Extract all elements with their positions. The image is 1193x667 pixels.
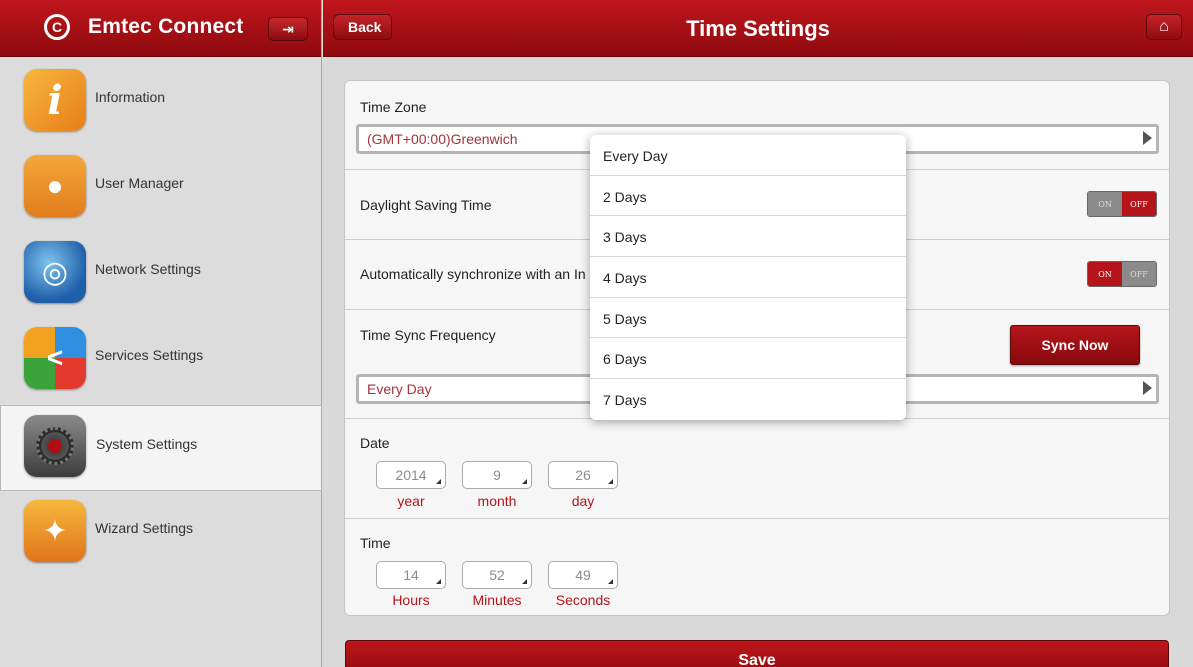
dropdown-option[interactable]: 4 Days	[590, 257, 906, 298]
time-row: Time 14 52 49 Hours Minutes Seconds	[345, 519, 1169, 615]
date-label: Date	[360, 435, 390, 451]
day-stepper[interactable]: 26	[548, 461, 618, 489]
sidebar-item-information[interactable]: i Information	[0, 57, 321, 143]
hours-unit: Hours	[392, 592, 430, 608]
sidebar-item-network-settings[interactable]: ◎ Network Settings	[0, 229, 321, 315]
emtec-logo-icon: C	[44, 14, 70, 40]
toggle-off-label: OFF	[1122, 262, 1156, 286]
sidebar-item-system-settings[interactable]: System Settings	[0, 405, 321, 491]
date-row: Date 2014 9 26 year month day	[345, 419, 1169, 519]
logout-icon[interactable]: ⇥	[268, 17, 308, 41]
information-icon: i	[24, 69, 86, 131]
sync-frequency-dropdown: Every Day 2 Days 3 Days 4 Days 5 Days 6 …	[590, 135, 906, 420]
home-icon[interactable]: ⌂	[1146, 14, 1182, 40]
globe-icon: ◎	[24, 241, 86, 303]
day-unit: day	[571, 493, 595, 509]
year-unit: year	[397, 493, 425, 509]
sidebar-item-user-manager[interactable]: ● User Manager	[0, 143, 321, 229]
sidebar-item-label: Information	[95, 89, 166, 105]
page-title: Time Settings	[686, 16, 830, 41]
sidebar-item-label: User Manager	[95, 175, 184, 191]
toggle-off-label: OFF	[1122, 192, 1156, 216]
dst-toggle[interactable]: ON OFF	[1087, 191, 1157, 217]
dropdown-option[interactable]: 3 Days	[590, 216, 906, 258]
time-zone-label: Time Zone	[360, 99, 427, 115]
app-name: Emtec Connect	[88, 15, 244, 38]
chevron-right-icon	[1143, 131, 1152, 145]
seconds-unit: Seconds	[555, 592, 611, 608]
hours-stepper[interactable]: 14	[376, 561, 446, 589]
dropdown-option[interactable]: 2 Days	[590, 176, 906, 217]
minutes-unit: Minutes	[472, 592, 522, 608]
year-stepper[interactable]: 2014	[376, 461, 446, 489]
auto-sync-toggle[interactable]: ON OFF	[1087, 261, 1157, 287]
seconds-stepper[interactable]: 49	[548, 561, 618, 589]
sidebar-item-services-settings[interactable]: < Services Settings	[0, 315, 321, 401]
toggle-on-label: ON	[1088, 262, 1122, 286]
dropdown-option[interactable]: 6 Days	[590, 338, 906, 380]
main-header: Back Time Settings ⌂	[323, 0, 1193, 57]
sidebar-header: C Emtec Connect ⇥	[0, 0, 321, 57]
sidebar: C Emtec Connect ⇥ i Information ● User M…	[0, 0, 322, 667]
dst-label: Daylight Saving Time	[360, 197, 492, 213]
dropdown-option[interactable]: 5 Days	[590, 298, 906, 339]
gear-icon	[24, 415, 86, 477]
sidebar-item-wizard-settings[interactable]: ✦ Wizard Settings	[0, 488, 321, 574]
minutes-stepper[interactable]: 52	[462, 561, 532, 589]
dropdown-option[interactable]: 7 Days	[590, 379, 906, 420]
month-unit: month	[477, 493, 517, 509]
dropdown-option[interactable]: Every Day	[590, 135, 906, 176]
sync-frequency-label: Time Sync Frequency	[360, 327, 496, 343]
chevron-right-icon	[1143, 381, 1152, 395]
time-zone-value: (GMT+00:00)Greenwich	[367, 131, 518, 147]
auto-sync-label: Automatically synchronize with an In	[360, 266, 586, 282]
sidebar-item-label: Services Settings	[95, 347, 204, 363]
share-icon: <	[24, 327, 86, 389]
time-label: Time	[360, 535, 391, 551]
sync-now-button[interactable]: Sync Now	[1010, 325, 1140, 365]
sidebar-item-label: Wizard Settings	[95, 520, 194, 536]
month-stepper[interactable]: 9	[462, 461, 532, 489]
user-icon: ●	[24, 155, 86, 217]
toggle-on-label: ON	[1088, 192, 1122, 216]
sidebar-item-label: System Settings	[96, 436, 198, 452]
sync-frequency-value: Every Day	[367, 381, 432, 397]
save-button[interactable]: Save	[345, 640, 1169, 667]
magic-wand-icon: ✦	[24, 500, 86, 562]
sidebar-item-label: Network Settings	[95, 261, 201, 277]
